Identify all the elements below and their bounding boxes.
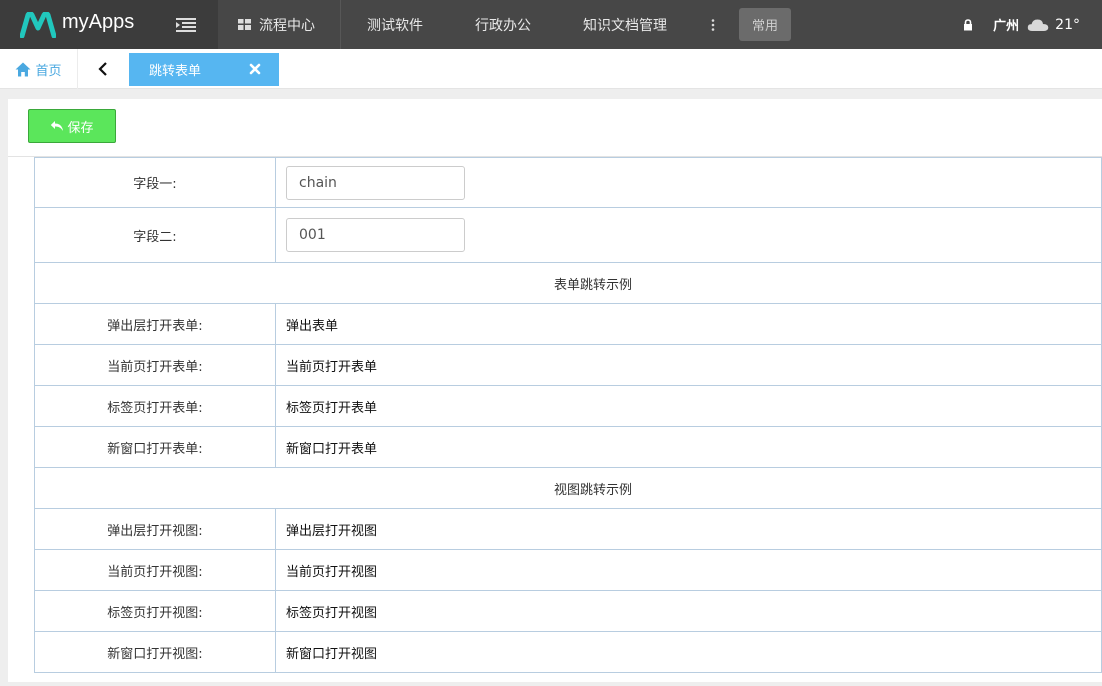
table-row: 标签页打开视图: 标签页打开视图 xyxy=(34,590,1102,632)
tab-jump-form-label: 跳转表单 xyxy=(149,64,202,79)
table-row: 字段二: xyxy=(34,207,1102,263)
table-row: 标签页打开表单: 标签页打开表单 xyxy=(34,385,1102,427)
table-row: 弹出层打开视图: 弹出层打开视图 xyxy=(34,508,1102,550)
save-button[interactable]: 保存 xyxy=(28,109,116,143)
table-row: 当前页打开视图: 当前页打开视图 xyxy=(34,549,1102,591)
top-bar: myApps 流程中心 测试软件 行政办公 知识文档管理 常用 广州 21° xyxy=(0,0,1102,49)
tab-open-form-link[interactable]: 标签页打开表单 xyxy=(275,385,1102,427)
city-label: 广州 xyxy=(993,19,1020,34)
nav-item-knowledge-docs[interactable]: 知识文档管理 xyxy=(557,0,693,49)
section-row: 视图跳转示例 xyxy=(34,467,1102,509)
save-button-label: 保存 xyxy=(67,120,94,136)
content-panel: 保存 字段一: 字段二: 表单跳转示例 弹出层打开表单: 弹出表单 当前页打开表… xyxy=(8,99,1102,682)
current-page-open-view-link[interactable]: 当前页打开视图 xyxy=(275,549,1102,591)
tab-home[interactable]: 首页 xyxy=(0,49,78,89)
table-row: 新窗口打开视图: 新窗口打开视图 xyxy=(34,631,1102,673)
current-page-open-form-link[interactable]: 当前页打开表单 xyxy=(275,344,1102,386)
table-row: 弹出层打开表单: 弹出表单 xyxy=(34,303,1102,345)
menu-toggle-icon[interactable] xyxy=(176,17,196,33)
tab-bar: 首页 跳转表单 xyxy=(0,49,1102,89)
table-row: 当前页打开表单: 当前页打开表单 xyxy=(34,344,1102,386)
logo-area: myApps xyxy=(0,0,218,49)
section-row: 表单跳转示例 xyxy=(34,262,1102,304)
tab-home-label: 首页 xyxy=(35,63,62,79)
row-label: 当前页打开表单: xyxy=(34,344,276,386)
table-row: 字段一: xyxy=(34,157,1102,208)
myapps-logo-icon xyxy=(20,12,56,38)
grid-icon xyxy=(238,19,251,30)
row-label: 新窗口打开表单: xyxy=(34,426,276,468)
common-button[interactable]: 常用 xyxy=(739,8,792,41)
field1-input[interactable] xyxy=(286,165,465,200)
nav-item-test-software[interactable]: 测试软件 xyxy=(341,0,449,49)
section-title-view-jump: 视图跳转示例 xyxy=(34,467,1102,509)
close-icon[interactable] xyxy=(249,63,261,75)
tab-open-view-link[interactable]: 标签页打开视图 xyxy=(275,590,1102,632)
row-label: 新窗口打开视图: xyxy=(34,631,276,673)
nav-more-button[interactable] xyxy=(693,0,733,49)
nav-item-process-center[interactable]: 流程中心 xyxy=(218,0,341,49)
chevron-left-icon[interactable] xyxy=(96,61,110,77)
new-window-open-form-link[interactable]: 新窗口打开表单 xyxy=(275,426,1102,468)
reply-arrow-icon xyxy=(51,121,64,131)
popup-open-view-link[interactable]: 弹出层打开视图 xyxy=(275,508,1102,550)
field1-cell xyxy=(275,157,1102,208)
app-name: myApps xyxy=(62,11,135,33)
field1-label: 字段一: xyxy=(34,157,276,208)
row-label: 弹出层打开表单: xyxy=(34,303,276,345)
nav-item-label: 测试软件 xyxy=(367,17,423,34)
nav-item-label: 行政办公 xyxy=(475,17,531,34)
top-right-area: 广州 21° xyxy=(963,0,1102,49)
field2-label: 字段二: xyxy=(34,207,276,263)
temperature-label: 21° xyxy=(1055,16,1080,33)
section-title-form-jump: 表单跳转示例 xyxy=(34,262,1102,304)
tab-jump-form[interactable]: 跳转表单 xyxy=(129,53,279,86)
nav-item-label: 知识文档管理 xyxy=(583,17,667,34)
home-icon xyxy=(15,62,31,76)
nav-item-label: 流程中心 xyxy=(259,17,315,34)
cloud-icon xyxy=(1027,19,1049,31)
field2-input[interactable] xyxy=(286,218,465,252)
form-table: 字段一: 字段二: 表单跳转示例 弹出层打开表单: 弹出表单 当前页打开表单: … xyxy=(34,157,1102,673)
popup-open-form-link[interactable]: 弹出表单 xyxy=(275,303,1102,345)
table-row: 新窗口打开表单: 新窗口打开表单 xyxy=(34,426,1102,468)
row-label: 标签页打开视图: xyxy=(34,590,276,632)
new-window-open-view-link[interactable]: 新窗口打开视图 xyxy=(275,631,1102,673)
lock-icon[interactable] xyxy=(963,18,973,31)
top-nav: 流程中心 测试软件 行政办公 知识文档管理 常用 xyxy=(218,0,792,49)
field2-cell xyxy=(275,207,1102,263)
row-label: 弹出层打开视图: xyxy=(34,508,276,550)
nav-item-admin-office[interactable]: 行政办公 xyxy=(449,0,557,49)
row-label: 当前页打开视图: xyxy=(34,549,276,591)
form-toolbar: 保存 xyxy=(8,99,1102,157)
row-label: 标签页打开表单: xyxy=(34,385,276,427)
vertical-ellipsis-icon xyxy=(711,18,715,31)
